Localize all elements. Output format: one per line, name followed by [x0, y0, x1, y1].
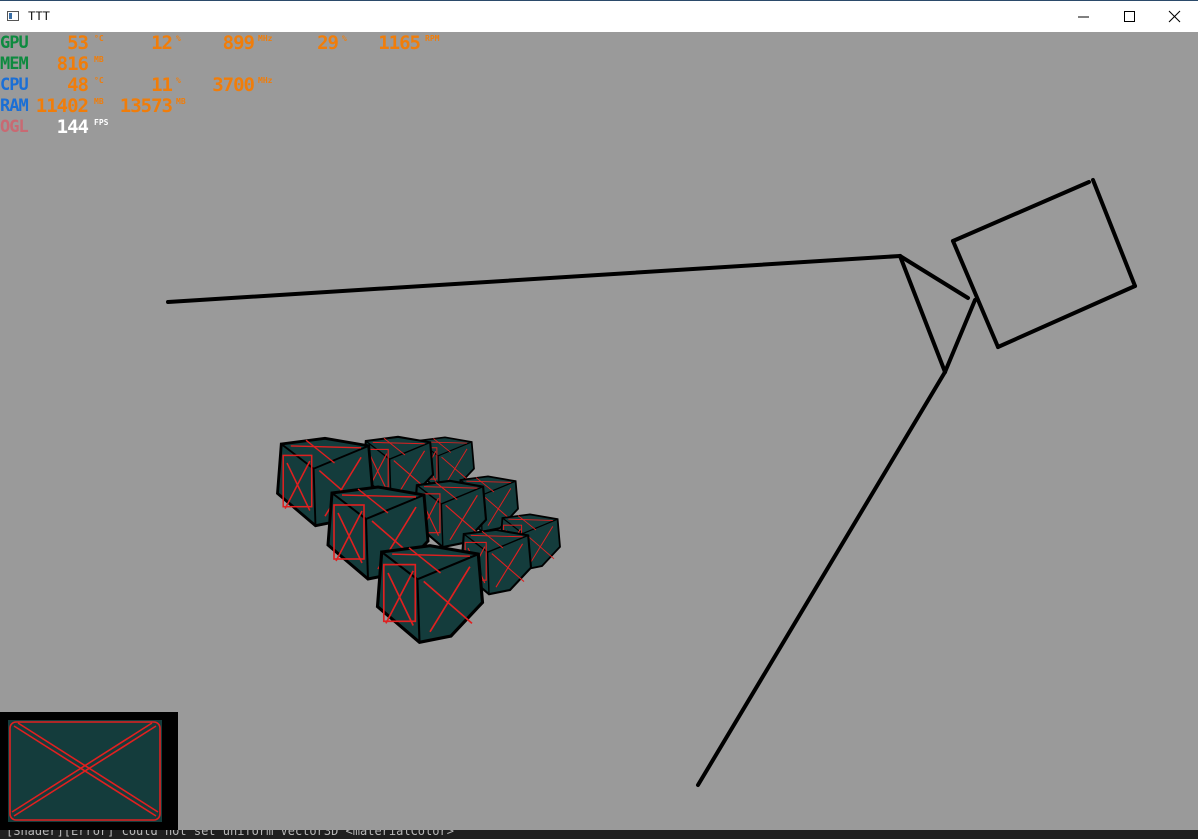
hud-gpu-fan-rpm: 1165	[378, 32, 421, 54]
console-message: [Shader][Error] could not set uniform Ve…	[6, 830, 454, 838]
maximize-icon	[1124, 11, 1135, 22]
minimize-button[interactable]	[1061, 1, 1107, 32]
texture-preview-image	[8, 720, 162, 822]
hud-cpu-clock: 3700	[212, 74, 255, 96]
hud-ram-label: RAM	[0, 96, 29, 116]
hud-gpu-label: GPU	[0, 33, 29, 53]
app-window-icon	[7, 11, 19, 21]
hud-ram-total-unit: MB	[176, 97, 186, 106]
hud-cpu-load-unit: %	[176, 76, 181, 85]
scene-3d	[166, 178, 1137, 787]
hud-ogl-fps-unit: FPS	[94, 118, 109, 127]
title-bar: TTT	[0, 0, 1198, 32]
hud-cpu-temp: 48	[67, 74, 89, 96]
hud-cpu-clock-unit: MHz	[258, 76, 273, 85]
hud-mem-used-unit: MB	[94, 55, 104, 64]
hud-gpu-fan-pct: 29	[317, 32, 339, 54]
hud-gpu-temp: 53	[67, 32, 89, 54]
window-title: TTT	[28, 9, 50, 23]
cube	[375, 544, 485, 644]
hud-ogl-label: OGL	[0, 117, 29, 137]
console-output: [Shader][Error] could not set uniform Ve…	[0, 830, 1198, 839]
hud-cpu-label: CPU	[0, 75, 29, 95]
hud-ogl-fps: 144	[56, 116, 89, 138]
hud-gpu-clock: 899	[222, 32, 255, 54]
texture-preview	[0, 712, 178, 830]
hud-gpu-temp-unit: °C	[94, 34, 104, 43]
hud-ram-total: 13573	[119, 95, 173, 117]
hud-gpu-clock-unit: MHz	[258, 34, 273, 43]
hud-cpu-temp-unit: °C	[94, 76, 104, 85]
close-button[interactable]	[1152, 1, 1198, 32]
render-viewport[interactable]: GPU 53 °C 12 % 899 MHz 29 % 1165 RPM MEM…	[0, 32, 1198, 839]
hud-ram-used: 11402	[35, 95, 89, 117]
hud-gpu-load: 12	[151, 32, 173, 54]
minimize-icon	[1078, 16, 1089, 18]
hud-gpu-load-unit: %	[176, 34, 181, 43]
hud-cpu-load: 11	[151, 74, 173, 96]
close-icon	[1168, 10, 1181, 23]
hud-ram-used-unit: MB	[94, 97, 104, 106]
hud-gpu-fan-rpm-unit: RPM	[425, 34, 440, 43]
hud-gpu-fan-pct-unit: %	[342, 34, 347, 43]
maximize-button[interactable]	[1107, 1, 1153, 32]
hud-mem-used: 816	[56, 53, 89, 75]
hud-mem-label: MEM	[0, 54, 29, 74]
